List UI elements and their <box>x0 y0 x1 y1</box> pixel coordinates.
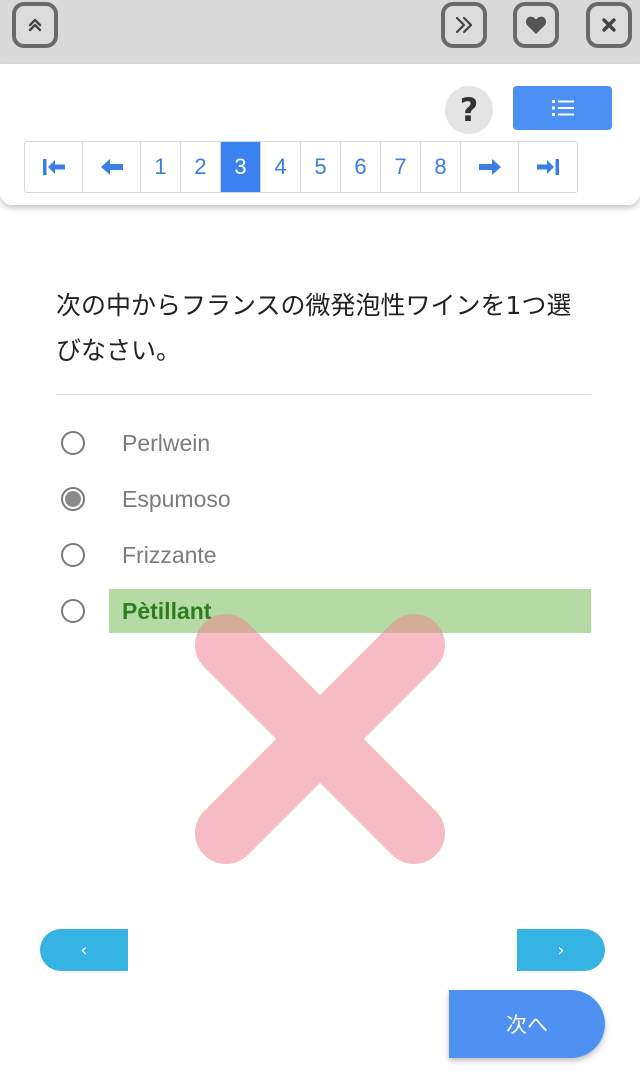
option-label: Perlwein <box>122 429 211 456</box>
radio-button[interactable] <box>61 599 85 623</box>
page-8[interactable]: 8 <box>421 142 461 192</box>
option-label: Espumoso <box>122 485 231 512</box>
skip-button[interactable] <box>441 2 487 48</box>
next-question-label: 次へ <box>506 1013 548 1037</box>
option-label: Frizzante <box>122 541 217 568</box>
radio-button-selected[interactable] <box>61 487 85 511</box>
answer-option-4[interactable]: Pètillant <box>0 589 640 633</box>
help-button[interactable]: ? <box>445 86 493 134</box>
arrow-to-first-icon <box>42 159 65 175</box>
page-3-current[interactable]: 3 <box>221 142 261 192</box>
double-chevron-right-icon <box>455 16 473 34</box>
page-2[interactable]: 2 <box>181 142 221 192</box>
next-page-button[interactable] <box>461 142 519 192</box>
page-5[interactable]: 5 <box>301 142 341 192</box>
wrong-answer-x-icon <box>195 614 445 864</box>
question-text: 次の中からフランスの微発泡性ワインを1つ選びなさい。 <box>56 291 572 365</box>
arrow-left-icon <box>100 159 123 175</box>
radio-button[interactable] <box>61 543 85 567</box>
page-7[interactable]: 7 <box>381 142 421 192</box>
last-page-button[interactable] <box>519 142 577 192</box>
close-button[interactable] <box>586 2 632 48</box>
prev-page-button[interactable] <box>83 142 141 192</box>
help-label: ? <box>459 91 479 129</box>
chevron-right-icon: › <box>557 939 565 961</box>
correct-answer-label: Pètillant <box>109 589 591 633</box>
answer-option-3[interactable]: Frizzante <box>0 533 640 577</box>
close-icon <box>602 18 616 32</box>
page-4[interactable]: 4 <box>261 142 301 192</box>
chevron-left-icon: ‹ <box>80 939 88 961</box>
next-question-button[interactable]: 次へ <box>449 990 605 1058</box>
next-arrow-button[interactable]: › <box>517 929 605 971</box>
heart-icon <box>525 16 547 34</box>
double-chevron-up-icon <box>28 18 42 32</box>
page-1[interactable]: 1 <box>141 142 181 192</box>
first-page-button[interactable] <box>25 142 83 192</box>
list-icon <box>551 100 574 116</box>
collapse-button[interactable] <box>12 2 58 48</box>
arrow-to-last-icon <box>537 159 559 175</box>
favorite-button[interactable] <box>513 2 559 48</box>
answer-option-1[interactable]: Perlwein <box>0 421 640 465</box>
page-6[interactable]: 6 <box>341 142 381 192</box>
pagination: 1 2 3 4 5 6 7 8 <box>24 141 578 193</box>
arrow-right-icon <box>478 159 501 175</box>
divider <box>56 394 591 395</box>
answer-option-2[interactable]: Espumoso <box>0 477 640 521</box>
previous-question-button[interactable]: ‹ <box>40 929 128 971</box>
question-list-button[interactable] <box>513 86 612 130</box>
radio-button[interactable] <box>61 431 85 455</box>
